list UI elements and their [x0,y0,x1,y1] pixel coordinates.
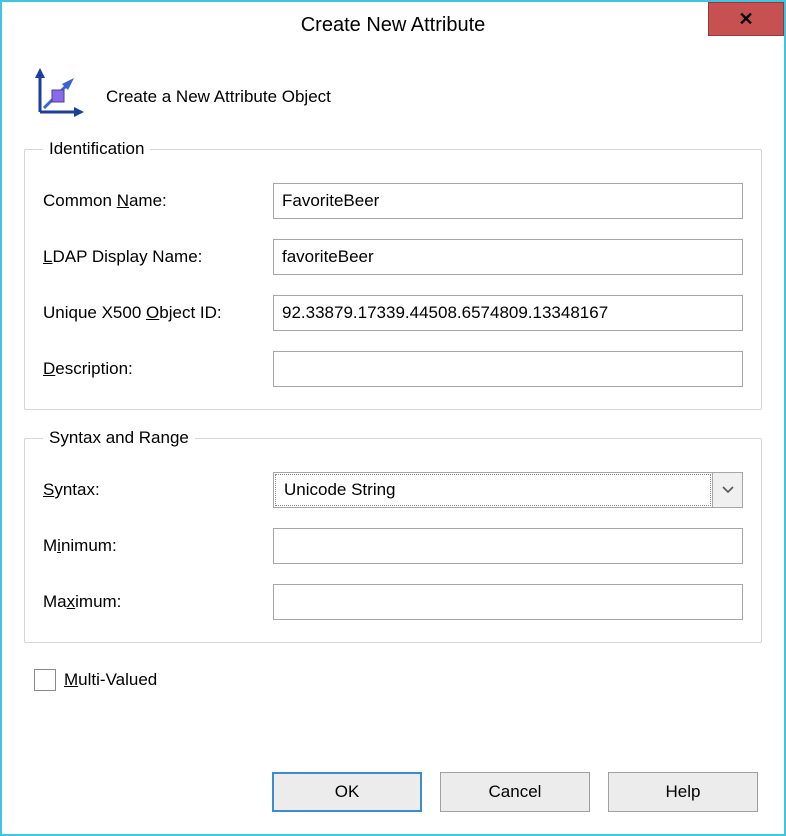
ldap-label: LDAP Display Name: [43,247,273,267]
titlebar: Create New Attribute ✕ [2,2,784,48]
syntax-group: Syntax and Range Syntax: Unicode String … [24,428,762,643]
dialog-subtitle: Create a New Attribute Object [106,87,331,107]
common-name-label: Common Name: [43,191,273,211]
maximum-label: Maximum: [43,592,273,612]
oid-input[interactable] [273,295,743,331]
oid-label: Unique X500 Object ID: [43,303,273,323]
common-name-row: Common Name: [43,183,743,219]
cancel-button[interactable]: Cancel [440,772,590,812]
ok-button[interactable]: OK [272,772,422,812]
maximum-input[interactable] [273,584,743,620]
help-button[interactable]: Help [608,772,758,812]
minimum-input[interactable] [273,528,743,564]
close-button[interactable]: ✕ [708,2,784,36]
identification-legend: Identification [43,139,150,159]
syntax-value: Unicode String [275,474,711,506]
syntax-label: Syntax: [43,480,273,500]
syntax-row: Syntax: Unicode String [43,472,743,508]
multi-valued-label[interactable]: Multi-Valued [64,670,157,690]
minimum-label: Minimum: [43,536,273,556]
identification-group: Identification Common Name: LDAP Display… [24,139,762,410]
header-row: Create a New Attribute Object [30,66,762,127]
description-input[interactable] [273,351,743,387]
attribute-icon [30,66,86,127]
oid-row: Unique X500 Object ID: [43,295,743,331]
multi-valued-checkbox[interactable] [34,669,56,691]
syntax-select[interactable]: Unicode String [273,472,743,508]
multi-valued-row: Multi-Valued [34,669,762,691]
maximum-row: Maximum: [43,584,743,620]
description-label: Description: [43,359,273,379]
button-row: OK Cancel Help [24,772,762,818]
chevron-down-icon [712,473,742,507]
dialog-window: Create New Attribute ✕ Create a New Attr… [0,0,786,836]
window-title: Create New Attribute [301,14,486,37]
ldap-row: LDAP Display Name: [43,239,743,275]
minimum-row: Minimum: [43,528,743,564]
close-icon: ✕ [738,10,753,28]
dialog-content: Create a New Attribute Object Identifica… [2,48,784,834]
syntax-legend: Syntax and Range [43,428,195,448]
description-row: Description: [43,351,743,387]
common-name-input[interactable] [273,183,743,219]
ldap-input[interactable] [273,239,743,275]
